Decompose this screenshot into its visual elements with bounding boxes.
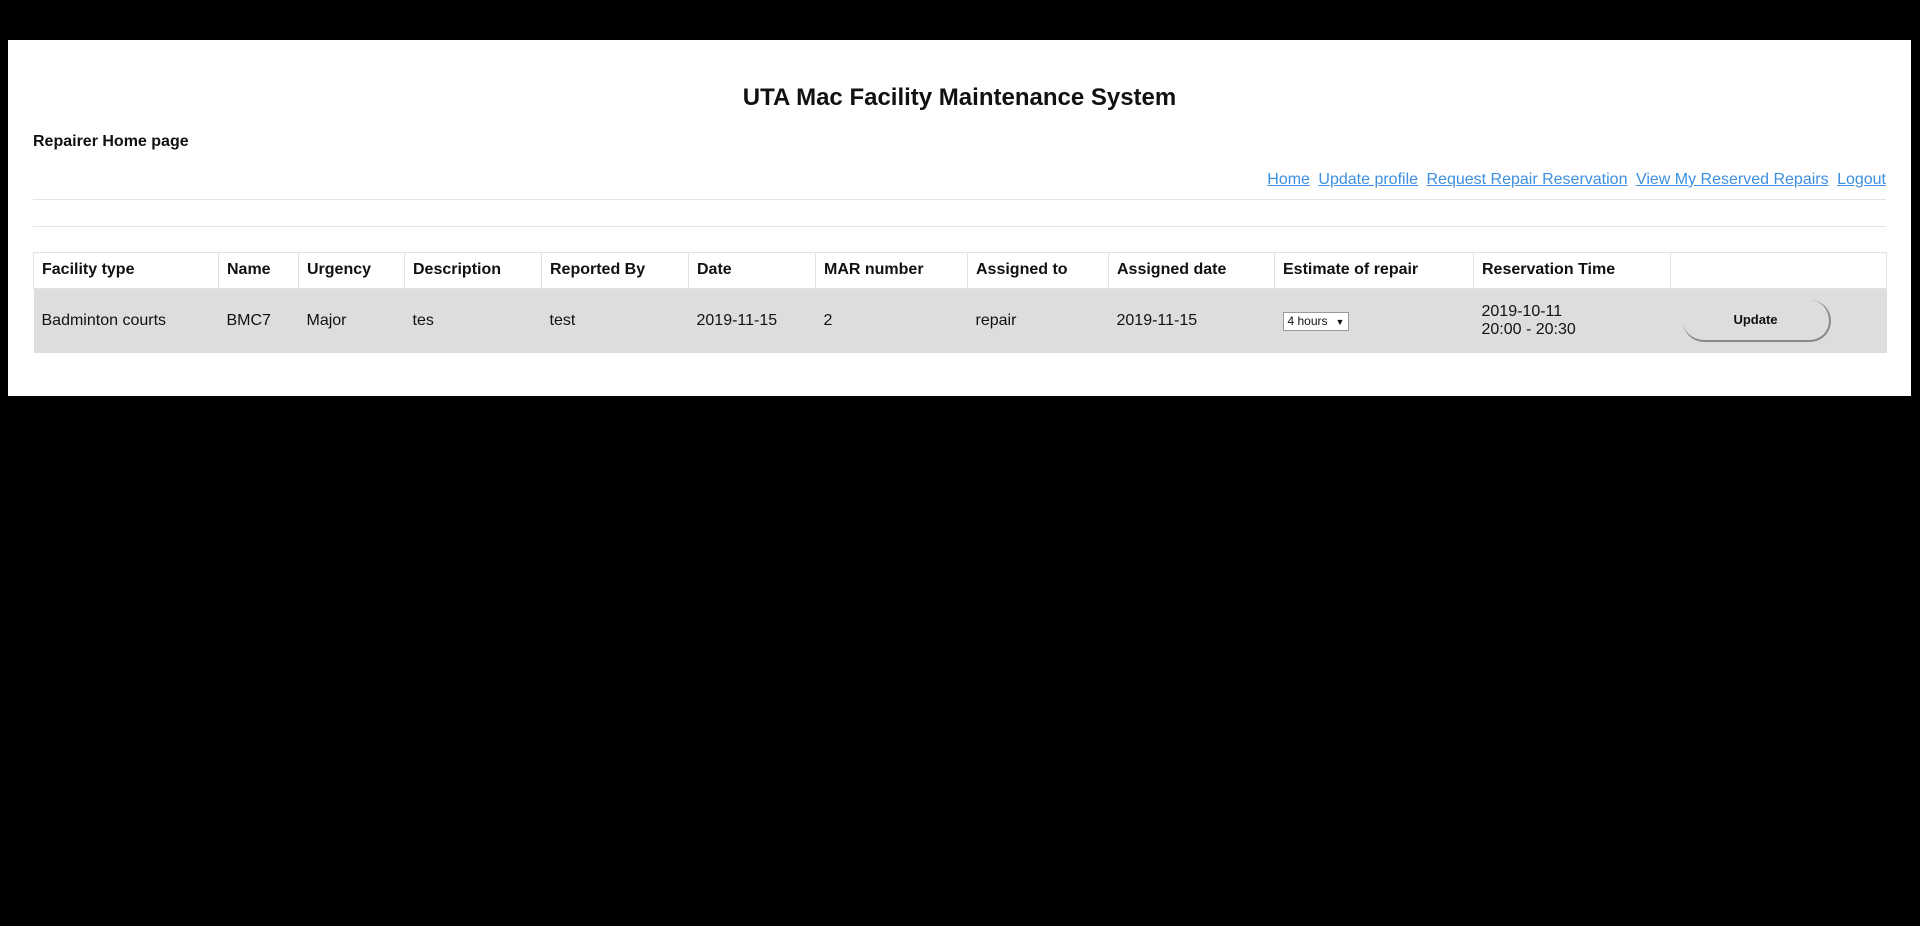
reservation-time-range: 20:00 - 20:30 <box>1481 321 1576 338</box>
table-header-row: Facility type Name Urgency Description R… <box>33 252 1887 289</box>
cell-urgency: Major <box>298 288 405 353</box>
cell-name: BMC7 <box>218 288 299 353</box>
nav-update-profile-link[interactable]: Update profile <box>1318 171 1418 188</box>
cell-assigned-to: repair <box>967 288 1109 353</box>
page-subtitle: Repairer Home page <box>33 133 189 150</box>
column-header: MAR number <box>815 252 968 289</box>
cell-facility-type: Badminton courts <box>33 288 219 353</box>
column-header: Reported By <box>541 252 689 289</box>
divider <box>33 199 1886 200</box>
table-row: Badminton courts BMC7 Major tes test 201… <box>33 288 1887 353</box>
nav-home-link[interactable]: Home <box>1267 171 1310 188</box>
nav-view-reserved-repairs-link[interactable]: View My Reserved Repairs <box>1636 171 1829 188</box>
nav-request-repair-reservation-link[interactable]: Request Repair Reservation <box>1426 171 1627 188</box>
main-panel: UTA Mac Facility Maintenance System Repa… <box>8 40 1911 396</box>
cell-description: tes <box>404 288 542 353</box>
estimate-select[interactable]: 4 hours ▼ <box>1282 311 1350 331</box>
cell-mar-number: 2 <box>815 288 968 353</box>
column-header: Facility type <box>33 252 219 289</box>
divider <box>33 226 1886 227</box>
estimate-select-value: 4 hours <box>1287 313 1328 328</box>
top-nav: Home Update profile Request Repair Reser… <box>1263 171 1886 189</box>
column-header: Description <box>404 252 542 289</box>
update-button[interactable]: Update <box>1682 300 1831 342</box>
column-header: Date <box>688 252 816 289</box>
cell-estimate: 4 hours ▼ <box>1274 288 1474 353</box>
cell-action: Update <box>1670 288 1887 353</box>
column-header <box>1670 252 1887 289</box>
chevron-down-icon: ▼ <box>1335 316 1345 327</box>
column-header: Estimate of repair <box>1274 252 1474 289</box>
column-header: Urgency <box>298 252 405 289</box>
repairs-table: Facility type Name Urgency Description R… <box>33 252 1887 353</box>
column-header: Assigned date <box>1108 252 1275 289</box>
reservation-date: 2019-10-11 <box>1481 303 1563 320</box>
cell-reservation-time: 2019-10-11 20:00 - 20:30 <box>1473 288 1671 353</box>
cell-reported-by: test <box>541 288 689 353</box>
nav-logout-link[interactable]: Logout <box>1837 171 1886 188</box>
cell-assigned-date: 2019-11-15 <box>1108 288 1275 353</box>
cell-date: 2019-11-15 <box>688 288 816 353</box>
column-header: Reservation Time <box>1473 252 1671 289</box>
column-header: Assigned to <box>967 252 1109 289</box>
column-header: Name <box>218 252 299 289</box>
page-title: UTA Mac Facility Maintenance System <box>742 84 1177 111</box>
